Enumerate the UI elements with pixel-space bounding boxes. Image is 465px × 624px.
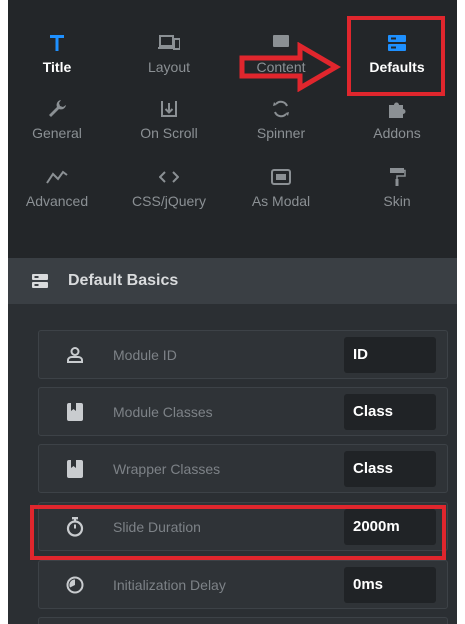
- wrench-icon: [8, 98, 106, 120]
- code-icon: [120, 166, 218, 188]
- defaults-section-icon: [32, 273, 48, 289]
- field-label: Module ID: [113, 347, 177, 363]
- modal-icon: [232, 166, 330, 188]
- initialization-delay-input[interactable]: 0ms: [344, 567, 436, 603]
- field-slide-duration: Slide Duration 2000m: [38, 502, 448, 551]
- tab-addons[interactable]: Addons: [348, 98, 446, 141]
- tab-advanced[interactable]: Advanced: [8, 166, 106, 209]
- advanced-icon: [8, 166, 106, 188]
- tab-label: On Scroll: [140, 125, 198, 141]
- paint-roller-icon: [348, 166, 446, 188]
- field-label: Wrapper Classes: [113, 461, 221, 477]
- field-partial: [38, 617, 448, 624]
- tab-spinner[interactable]: Spinner: [232, 98, 330, 141]
- tab-layout[interactable]: Layout: [120, 32, 218, 75]
- slide-duration-input[interactable]: 2000m: [344, 509, 436, 545]
- tab-label: Addons: [373, 125, 421, 141]
- tab-skin[interactable]: Skin: [348, 166, 446, 209]
- layout-icon: [120, 32, 218, 54]
- tab-general[interactable]: General: [8, 98, 106, 141]
- tab-label: As Modal: [251, 193, 311, 209]
- tab-label: Advanced: [25, 193, 89, 209]
- delay-icon: [65, 575, 85, 595]
- field-label: Module Classes: [113, 404, 213, 420]
- tab-label: Title: [42, 59, 72, 75]
- tab-defaults[interactable]: Defaults: [348, 32, 446, 75]
- bookmark-icon: [65, 402, 85, 422]
- user-icon: [65, 345, 85, 365]
- tab-as-modal[interactable]: As Modal: [232, 166, 330, 209]
- tab-on-scroll[interactable]: On Scroll: [120, 98, 218, 141]
- bookmark-icon: [65, 459, 85, 479]
- tab-label: General: [32, 125, 82, 141]
- pointer-arrow-icon: [239, 42, 341, 92]
- puzzle-icon: [348, 98, 446, 120]
- field-wrapper-classes: Wrapper Classes Class: [38, 444, 448, 493]
- defaults-icon: [348, 32, 446, 54]
- tab-css-jquery[interactable]: CSS/jQuery: [120, 166, 218, 209]
- tab-grid: Title Layout Content Defaults General On…: [8, 0, 457, 258]
- stopwatch-icon: [65, 517, 85, 537]
- section-title: Default Basics: [68, 272, 179, 289]
- field-initialization-delay: Initialization Delay 0ms: [38, 560, 448, 609]
- wrapper-classes-input[interactable]: Class: [344, 451, 436, 487]
- module-id-input[interactable]: ID: [344, 337, 436, 373]
- title-t-icon: [8, 32, 106, 54]
- field-label: Initialization Delay: [113, 577, 226, 593]
- tab-label: CSS/jQuery: [132, 193, 206, 209]
- tab-label: Skin: [383, 193, 411, 209]
- tab-label: Layout: [147, 59, 191, 75]
- field-module-id: Module ID ID: [38, 330, 448, 379]
- tab-title[interactable]: Title: [8, 32, 106, 75]
- settings-panel: Title Layout Content Defaults General On…: [8, 0, 457, 624]
- spinner-icon: [232, 98, 330, 120]
- field-label: Slide Duration: [113, 519, 201, 535]
- section-header-default-basics[interactable]: Default Basics: [8, 258, 457, 304]
- tab-label: Spinner: [256, 125, 306, 141]
- tab-label: Defaults: [369, 59, 425, 75]
- field-module-classes: Module Classes Class: [38, 387, 448, 436]
- on-scroll-icon: [120, 98, 218, 120]
- module-classes-input[interactable]: Class: [344, 394, 436, 430]
